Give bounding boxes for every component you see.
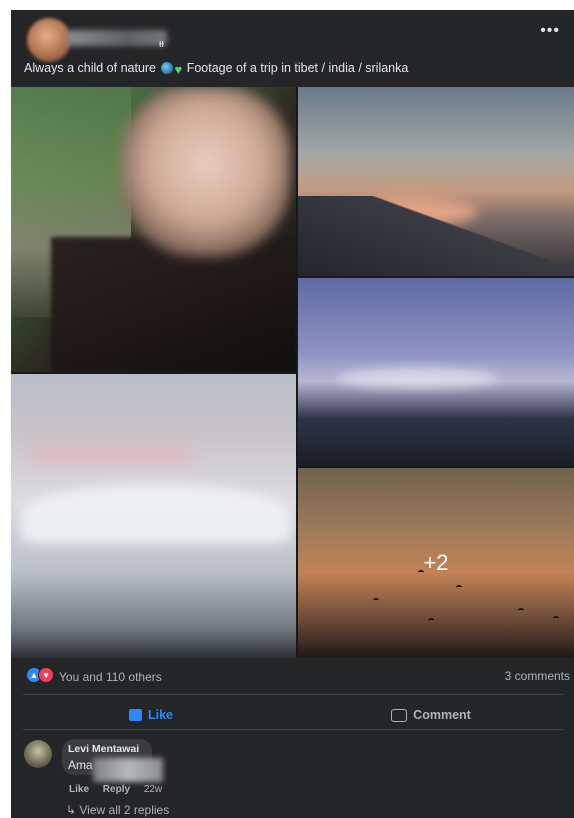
comment-timestamp[interactable]: 22w <box>144 784 162 795</box>
photo-portrait[interactable] <box>11 87 296 372</box>
comment-button-label: Comment <box>413 708 471 722</box>
comment-like-link[interactable]: Like <box>69 784 89 795</box>
snow-peaks <box>338 368 498 388</box>
photo-mountain-sunset[interactable] <box>298 87 574 276</box>
comment-meta: Like Reply 22w <box>69 784 173 795</box>
photo-himalaya-clouds[interactable] <box>11 374 296 658</box>
commenter-avatar[interactable] <box>24 740 52 768</box>
photo-birds-sunset[interactable]: +2 <box>298 468 574 658</box>
divider <box>23 694 563 695</box>
like-button[interactable]: Like <box>81 704 221 726</box>
love-reaction-icon: ♥ <box>38 667 54 683</box>
action-bar: Like Comment <box>11 700 574 730</box>
post-card: ᵻᵻ ••• Always a child of nature ♥ Footag… <box>11 10 574 818</box>
mountain-slope <box>298 196 574 276</box>
snow-range <box>21 484 291 544</box>
green-heart-emoji-icon: ♥ <box>174 62 183 77</box>
reaction-summary[interactable]: You and 110 others <box>59 670 162 684</box>
photo-mountain-dusk[interactable] <box>298 278 574 466</box>
pink-sky <box>31 444 191 464</box>
blurred-face <box>121 87 291 257</box>
comment-item: Levi Mentawai Ama Like Reply 22w ↳ View … <box>11 738 574 818</box>
caption-text-start: Always a child of nature <box>24 61 160 75</box>
commenter-name[interactable]: Levi Mentawai <box>68 743 139 755</box>
comment-bubble-icon <box>391 708 408 722</box>
photo-grid: +2 <box>11 87 574 658</box>
comments-count[interactable]: 3 comments <box>505 669 570 683</box>
divider <box>23 729 563 730</box>
more-photos-count[interactable]: +2 <box>298 468 574 658</box>
thumbs-up-icon <box>128 709 142 721</box>
like-button-label: Like <box>147 708 173 722</box>
author-avatar[interactable] <box>27 18 71 62</box>
reactions-bar: ▲ ♥ You and 110 others 3 comments <box>11 666 574 688</box>
author-name-redacted[interactable] <box>67 30 167 46</box>
caption-text-end: Footage of a trip in tibet / india / sri… <box>183 61 409 75</box>
comment-reply-link[interactable]: Reply <box>103 784 130 795</box>
reaction-icons[interactable]: ▲ ♥ <box>26 667 56 683</box>
comment-button[interactable]: Comment <box>361 704 501 726</box>
more-options-icon[interactable]: ••• <box>540 23 560 39</box>
view-replies-link[interactable]: ↳ View all 2 replies <box>66 803 169 817</box>
post-caption: Always a child of nature ♥ Footage of a … <box>24 61 408 77</box>
header-glyph: ᵻᵻ <box>159 38 164 50</box>
globe-emoji-icon <box>160 62 173 74</box>
comment-text: Ama <box>68 758 93 772</box>
photo-hair <box>51 237 296 372</box>
comment-text-redacted <box>93 758 163 782</box>
post-header: ᵻᵻ ••• Always a child of nature ♥ Footag… <box>11 10 574 80</box>
